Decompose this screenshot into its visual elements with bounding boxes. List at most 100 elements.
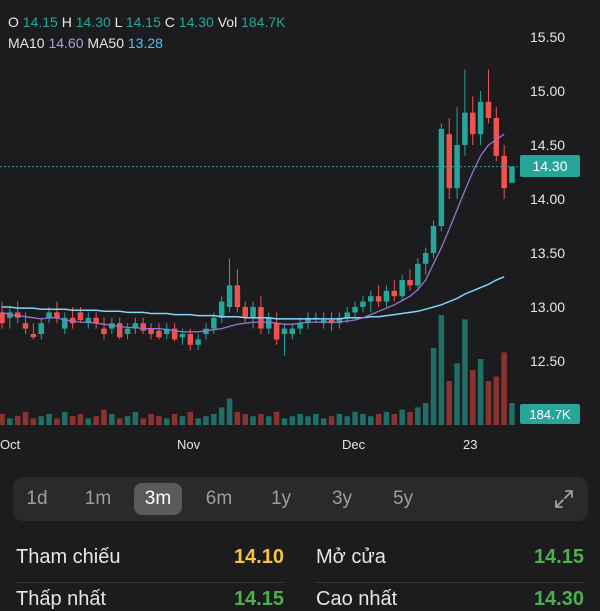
candle-body bbox=[273, 323, 280, 340]
volume-bar bbox=[156, 416, 162, 425]
ma-legend: MA10 14.60 MA50 13.28 bbox=[8, 35, 163, 51]
candle-body bbox=[485, 101, 492, 118]
current-volume-badge: 184.7K bbox=[520, 404, 580, 424]
volume-bar bbox=[179, 416, 186, 425]
y-tick-label: 13.00 bbox=[530, 299, 566, 315]
volume-bar bbox=[30, 418, 37, 425]
expand-button[interactable] bbox=[550, 485, 578, 513]
close-value: 14.30 bbox=[178, 14, 214, 30]
volume-bar bbox=[258, 414, 264, 425]
volume-bar bbox=[164, 418, 170, 425]
candle-body bbox=[226, 285, 233, 307]
candle-body bbox=[116, 323, 123, 338]
volume-bar bbox=[187, 411, 194, 425]
volume-bar bbox=[234, 411, 241, 425]
ma50-value: 13.28 bbox=[127, 35, 163, 51]
candle-body bbox=[368, 296, 374, 302]
volume-bar bbox=[77, 414, 84, 425]
volume-bar bbox=[218, 407, 225, 425]
range-5y-button[interactable]: 5y bbox=[379, 483, 427, 515]
range-3m-button[interactable]: 3m bbox=[134, 483, 182, 515]
range-6m-button[interactable]: 6m bbox=[195, 483, 243, 515]
candle-body bbox=[156, 330, 162, 338]
range-1y-button[interactable]: 1y bbox=[257, 483, 305, 515]
volume-bar bbox=[297, 414, 303, 425]
volume-bar bbox=[132, 411, 139, 425]
candle-body bbox=[422, 253, 429, 264]
volume-bar bbox=[415, 407, 421, 425]
candle-body bbox=[211, 317, 217, 329]
candle-body bbox=[148, 328, 154, 334]
open-value: 14.15 bbox=[22, 14, 58, 30]
volume-bar bbox=[140, 418, 146, 425]
expand-icon bbox=[555, 490, 573, 508]
volume-bar bbox=[477, 359, 484, 425]
x-tick-label: Nov bbox=[177, 437, 201, 452]
volume-bar bbox=[109, 414, 115, 425]
volume-bar bbox=[93, 416, 99, 425]
volume-bar bbox=[69, 416, 76, 425]
y-tick-label: 13.50 bbox=[530, 245, 566, 261]
high-label: H bbox=[61, 14, 72, 30]
candle-body bbox=[493, 118, 500, 156]
candle-body bbox=[0, 312, 5, 324]
candle-body bbox=[477, 101, 484, 135]
price-chart[interactable]: O 14.15 H 14.30 L 14.15 C 14.30 Vol 184.… bbox=[0, 0, 600, 465]
high-value: 14.30 bbox=[75, 14, 111, 30]
volume-bar bbox=[266, 416, 272, 425]
volume-bar bbox=[305, 416, 311, 425]
volume-bar bbox=[493, 376, 500, 425]
volume-bar bbox=[470, 370, 476, 425]
volume-bar bbox=[14, 416, 21, 425]
ma50-label: MA50 bbox=[87, 35, 124, 51]
volume-bar bbox=[38, 416, 44, 425]
candle-body bbox=[289, 328, 296, 334]
open-price-value: 14.15 bbox=[533, 546, 584, 568]
candle-body bbox=[391, 290, 398, 297]
volume-bar bbox=[368, 416, 374, 425]
open-price-label: Mở cửa bbox=[316, 546, 386, 568]
volume-bar bbox=[360, 414, 366, 425]
candle-body bbox=[438, 128, 445, 226]
candle-body bbox=[281, 328, 288, 334]
reference-price-label: Tham chiếu bbox=[16, 546, 121, 568]
volume-bar bbox=[454, 363, 460, 425]
volume-bar bbox=[313, 414, 319, 425]
candle-body bbox=[54, 312, 60, 318]
ma10-value: 14.60 bbox=[48, 35, 84, 51]
reference-price-value: 14.10 bbox=[233, 546, 284, 568]
candle-body bbox=[352, 307, 358, 313]
candle-body bbox=[470, 112, 476, 135]
divider bbox=[16, 582, 284, 583]
candle-body bbox=[179, 334, 186, 338]
x-tick-label: 23 bbox=[463, 437, 478, 452]
volume-bar bbox=[462, 319, 468, 425]
volume-bar bbox=[336, 414, 343, 425]
candle-body bbox=[218, 301, 225, 318]
candle-body bbox=[509, 166, 515, 183]
candle-body bbox=[124, 328, 131, 334]
volume-bar bbox=[430, 348, 437, 425]
volume-bar bbox=[407, 411, 413, 425]
candle-body bbox=[22, 323, 29, 329]
candle-body bbox=[195, 339, 201, 345]
range-3y-button[interactable]: 3y bbox=[318, 483, 366, 515]
y-tick-label: 15.50 bbox=[530, 29, 566, 45]
candle-body bbox=[140, 323, 146, 331]
range-1d-button[interactable]: 1d bbox=[13, 483, 61, 515]
candle-body bbox=[46, 312, 52, 318]
candle-body bbox=[344, 312, 350, 318]
volume-bar bbox=[383, 411, 390, 425]
y-tick-label: 14.00 bbox=[530, 191, 566, 207]
divider bbox=[316, 582, 584, 583]
range-1m-button[interactable]: 1m bbox=[74, 483, 122, 515]
volume-bar bbox=[422, 403, 429, 425]
volume-bar bbox=[281, 418, 288, 425]
candle-body bbox=[38, 323, 44, 334]
candle-body bbox=[360, 301, 366, 307]
x-tick-label: Oct bbox=[0, 437, 21, 452]
candle-body bbox=[407, 280, 413, 286]
close-label: C bbox=[164, 14, 175, 30]
volume-bar bbox=[211, 414, 217, 425]
volume-bar bbox=[171, 414, 178, 425]
